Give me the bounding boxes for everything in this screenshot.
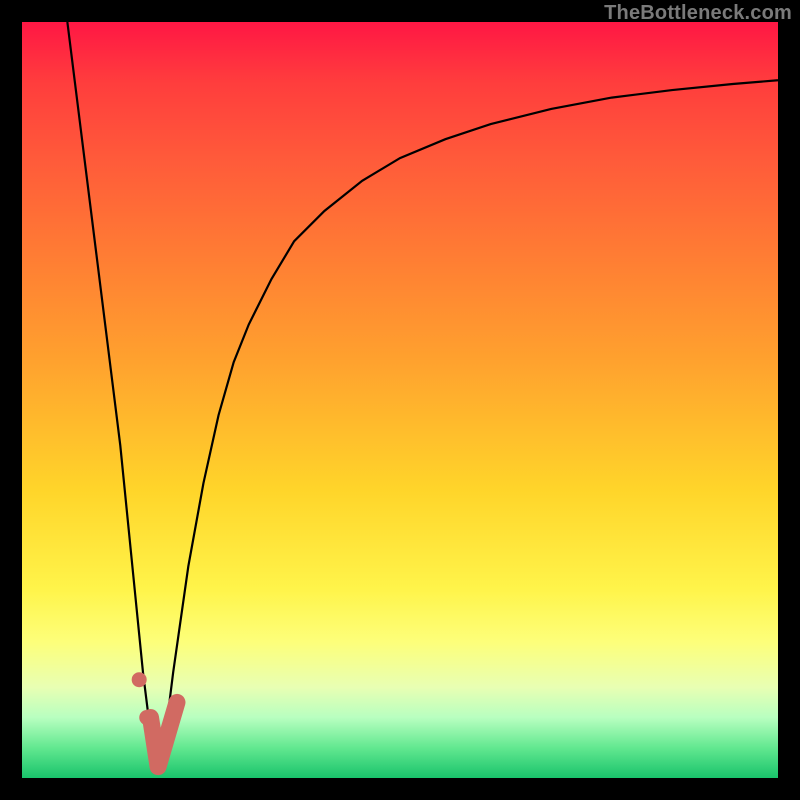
plot-area: [22, 22, 778, 778]
marker-tick: [151, 702, 177, 766]
tick-markers: [132, 672, 177, 766]
marker-dot: [132, 672, 147, 687]
chart-frame: TheBottleneck.com: [0, 0, 800, 800]
marker-layer: [22, 22, 778, 778]
